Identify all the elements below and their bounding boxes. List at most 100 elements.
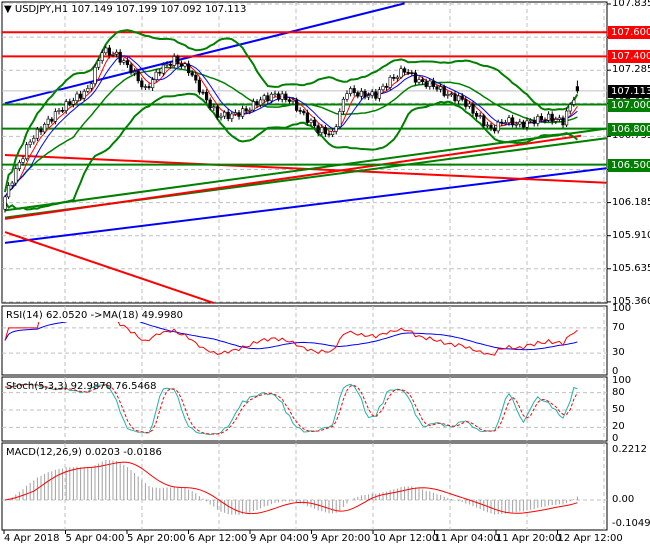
rsi-axis-label: 30: [612, 347, 625, 359]
price-axis-label: 107.285: [612, 64, 650, 76]
candle: [104, 47, 108, 54]
candle: [316, 125, 320, 134]
time-axis-label: 5 Apr 20:00: [127, 533, 186, 544]
candle: [489, 124, 493, 129]
candle: [302, 110, 306, 114]
candle: [215, 106, 220, 118]
level-price-label: 106.500: [608, 158, 650, 172]
candle: [183, 63, 187, 67]
candle: [359, 90, 364, 97]
level-price-label: 107.000: [608, 98, 650, 112]
candle: [208, 99, 212, 109]
time-axis-label: 9 Apr 20:00: [311, 533, 371, 544]
candle: [197, 79, 202, 93]
price-axis-label: 107.835: [612, 0, 650, 9]
candle: [449, 93, 454, 96]
candle: [50, 118, 54, 122]
candle: [420, 79, 425, 82]
candle: [226, 111, 230, 120]
candle: [424, 81, 428, 87]
candle: [280, 93, 284, 100]
candle: [237, 112, 241, 117]
candle: [287, 99, 292, 102]
candle: [431, 80, 436, 87]
candle: [42, 124, 47, 133]
stoch-axis-label: 0: [612, 433, 619, 444]
candle: [554, 119, 558, 122]
time-axis-label: 11 Apr 20:00: [496, 533, 562, 544]
close-value: 107.113: [205, 4, 247, 15]
candle: [464, 99, 468, 107]
candle: [406, 71, 410, 74]
candle: [100, 52, 104, 61]
candle: [39, 129, 43, 133]
candle: [550, 113, 554, 122]
candle: [154, 71, 158, 80]
price-axis-label: 105.635: [612, 262, 650, 274]
candle: [384, 85, 389, 88]
collapse-triangle-icon[interactable]: ▼: [4, 4, 12, 15]
level-price-label: 106.800: [608, 122, 650, 136]
candle: [140, 80, 144, 88]
candle: [518, 121, 522, 125]
macd-axis-label: -0.1049: [612, 517, 650, 529]
time-axis-label: 6 Apr 12:00: [188, 533, 248, 544]
low-value: 107.092: [160, 4, 202, 15]
candle: [244, 108, 248, 112]
candle: [71, 100, 75, 105]
candle: [543, 119, 547, 122]
candle: [136, 71, 140, 82]
candle: [284, 93, 288, 100]
candle: [352, 88, 356, 93]
candle: [381, 85, 385, 91]
macd-label: MACD(12,26,9) 0.0203 -0.0186: [6, 447, 162, 459]
level-price-label: 107.600: [608, 26, 650, 40]
candle: [212, 106, 216, 109]
symbol-label: USDJPY,H1: [14, 4, 69, 15]
time-axis-label: 4 Apr 2018: [4, 533, 60, 544]
rsi-label: RSI(14) 62.0520 ->MA(18) 49.9980: [6, 310, 183, 322]
candle: [17, 162, 22, 169]
time-axis-label: 11 Apr 04:00: [434, 533, 500, 544]
candle: [366, 95, 371, 98]
stoch-axis-label: 100: [612, 375, 632, 386]
candle: [176, 56, 180, 65]
candle: [230, 113, 234, 120]
chart-title: ▼ USDJPY,H1 107.149 107.199 107.092 107.…: [4, 4, 247, 16]
candle: [35, 129, 39, 139]
candle: [190, 72, 194, 76]
candle: [338, 111, 342, 128]
candle: [528, 119, 533, 122]
candle: [24, 144, 29, 160]
candle: [471, 103, 475, 114]
stoch-axis-label: 80: [612, 386, 625, 398]
candle: [223, 111, 227, 117]
candle: [496, 121, 500, 132]
candle: [262, 95, 266, 101]
candle: [467, 103, 472, 107]
candle: [330, 130, 335, 135]
candle: [575, 86, 579, 92]
candle: [122, 60, 126, 63]
candle: [572, 99, 576, 105]
candle: [402, 68, 407, 73]
candle: [341, 98, 346, 112]
time-axis-label: 12 Apr 12:00: [557, 533, 623, 544]
candle: [111, 54, 115, 56]
candle: [75, 93, 79, 101]
stoch-label: Stoch(5,3,3) 92.9870 76.5468: [6, 381, 157, 392]
candle: [377, 89, 382, 99]
candle: [129, 64, 133, 74]
time-axis-label: 9 Apr 04:00: [250, 533, 309, 544]
candle: [413, 72, 418, 83]
chart-canvas[interactable]: [0, 0, 650, 550]
candle: [435, 86, 439, 90]
candle: [334, 126, 338, 132]
candle: [57, 110, 61, 112]
candle: [557, 117, 561, 120]
candle: [356, 92, 360, 97]
candle: [363, 90, 367, 98]
candle: [460, 95, 464, 100]
candle: [251, 101, 256, 111]
candle: [500, 121, 504, 124]
